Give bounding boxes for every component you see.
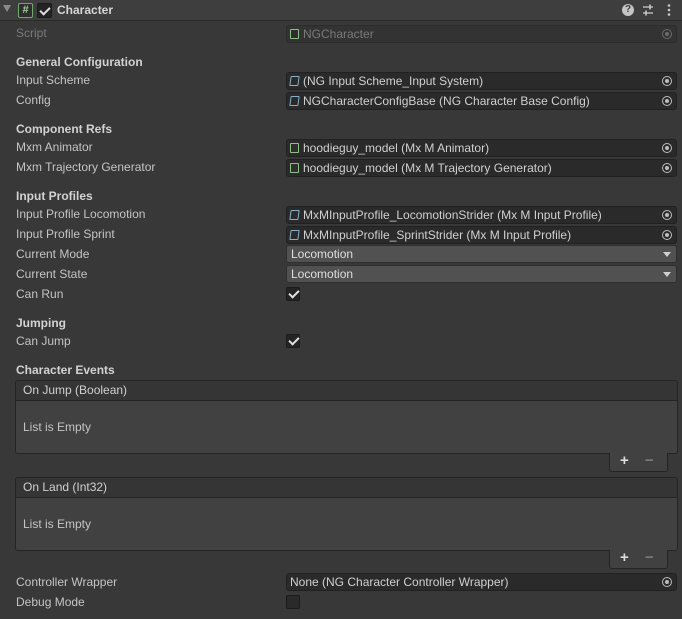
input-scheme-label: Input Scheme: [16, 73, 91, 87]
scriptable-object-icon: [289, 96, 300, 106]
kebab-menu-icon[interactable]: [662, 3, 676, 17]
config-value: NGCharacterConfigBase (NG Character Base…: [303, 94, 590, 108]
script-value: NGCharacter: [303, 27, 374, 41]
mxm-animator-value: hoodieguy_model (Mx M Animator): [303, 141, 490, 155]
mxm-trajectory-generator-value: hoodieguy_model (Mx M Trajectory Generat…: [303, 161, 552, 175]
mxm-animator-label: Mxm Animator: [16, 140, 93, 154]
component-header: # Character ?: [0, 0, 682, 21]
current-state-value: Locomotion: [291, 267, 354, 281]
on-land-event-list: On Land (Int32) List is Empty: [15, 477, 678, 551]
remove-item-button[interactable]: −: [645, 452, 654, 469]
scriptable-object-icon: [289, 230, 300, 240]
mxm-trajectory-generator-label: Mxm Trajectory Generator: [16, 160, 156, 174]
input-profile-sprint-field[interactable]: MxMInputProfile_SprintStrider (Mx M Inpu…: [286, 226, 677, 244]
on-land-event-title: On Land (Int32): [16, 478, 677, 498]
mxm-animator-field[interactable]: hoodieguy_model (Mx M Animator): [286, 139, 677, 157]
debug-mode-checkbox[interactable]: [286, 595, 300, 609]
object-picker-icon[interactable]: [662, 210, 672, 220]
controller-wrapper-label: Controller Wrapper: [16, 575, 118, 589]
input-scheme-field[interactable]: (NG Input Scheme_Input System): [286, 72, 677, 90]
chevron-down-icon: [663, 272, 671, 277]
checkmark-icon: [288, 334, 300, 346]
script-label: Script: [16, 26, 47, 40]
script-component-icon: [290, 163, 299, 173]
input-profile-sprint-label: Input Profile Sprint: [16, 227, 115, 241]
scriptable-object-icon: [289, 210, 300, 220]
chevron-down-icon: [663, 252, 671, 257]
object-picker-icon: [662, 29, 672, 39]
component-title: Character: [57, 3, 114, 17]
input-profile-locomotion-value: MxMInputProfile_LocomotionStrider (Mx M …: [303, 208, 602, 222]
add-item-button[interactable]: +: [620, 452, 629, 469]
controller-wrapper-field[interactable]: None (NG Character Controller Wrapper): [286, 573, 677, 591]
can-jump-checkbox[interactable]: [286, 334, 300, 348]
add-item-button[interactable]: +: [620, 549, 629, 566]
debug-mode-label: Debug Mode: [16, 595, 85, 609]
jumping-heading: Jumping: [16, 316, 66, 330]
foldout-arrow-icon[interactable]: [3, 5, 11, 12]
on-jump-event-list: On Jump (Boolean) List is Empty: [15, 380, 678, 454]
object-picker-icon[interactable]: [662, 143, 672, 153]
can-run-label: Can Run: [16, 287, 64, 301]
checkmark-icon: [288, 287, 300, 299]
script-field: NGCharacter: [286, 25, 677, 43]
on-jump-event-title: On Jump (Boolean): [16, 381, 677, 401]
object-picker-icon[interactable]: [662, 577, 672, 587]
input-profile-locomotion-label: Input Profile Locomotion: [16, 207, 146, 221]
input-scheme-value: (NG Input Scheme_Input System): [303, 74, 484, 88]
input-profile-locomotion-field[interactable]: MxMInputProfile_LocomotionStrider (Mx M …: [286, 206, 677, 224]
current-mode-label: Current Mode: [16, 247, 90, 261]
script-component-icon: [290, 143, 299, 153]
can-run-checkbox[interactable]: [286, 287, 300, 301]
general-configuration-heading: General Configuration: [16, 55, 143, 69]
can-jump-label: Can Jump: [16, 334, 71, 348]
script-file-icon: [290, 29, 299, 39]
on-jump-empty-text: List is Empty: [16, 401, 677, 453]
current-mode-dropdown[interactable]: Locomotion: [286, 245, 677, 263]
component-enabled-toggle[interactable]: [37, 3, 52, 18]
object-picker-icon[interactable]: [662, 230, 672, 240]
checkmark-icon: [39, 4, 51, 16]
object-picker-icon[interactable]: [662, 96, 672, 106]
object-picker-icon[interactable]: [662, 163, 672, 173]
current-mode-value: Locomotion: [291, 247, 354, 261]
input-profile-sprint-value: MxMInputProfile_SprintStrider (Mx M Inpu…: [303, 228, 572, 242]
on-jump-list-controls: + −: [609, 452, 668, 472]
config-label: Config: [16, 93, 51, 107]
current-state-label: Current State: [16, 267, 88, 281]
controller-wrapper-value: None (NG Character Controller Wrapper): [290, 575, 509, 589]
scriptable-object-icon: [289, 76, 300, 86]
on-land-empty-text: List is Empty: [16, 498, 677, 550]
on-land-list-controls: + −: [609, 549, 668, 569]
presets-icon[interactable]: [641, 3, 655, 17]
current-state-dropdown[interactable]: Locomotion: [286, 265, 677, 283]
config-field[interactable]: NGCharacterConfigBase (NG Character Base…: [286, 92, 677, 110]
object-picker-icon[interactable]: [662, 76, 672, 86]
remove-item-button[interactable]: −: [645, 549, 654, 566]
mxm-trajectory-generator-field[interactable]: hoodieguy_model (Mx M Trajectory Generat…: [286, 159, 677, 177]
help-icon[interactable]: ?: [622, 4, 634, 16]
input-profiles-heading: Input Profiles: [16, 189, 93, 203]
character-events-heading: Character Events: [16, 363, 115, 377]
csharp-script-icon: #: [18, 3, 33, 18]
component-refs-heading: Component Refs: [16, 122, 112, 136]
